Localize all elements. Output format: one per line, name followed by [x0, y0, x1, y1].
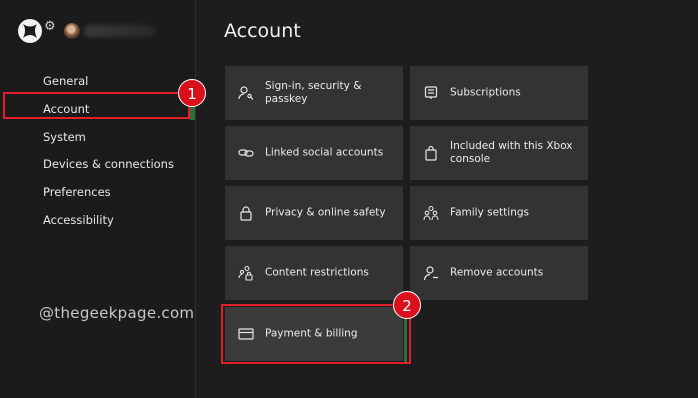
page-title: Account — [224, 20, 301, 42]
tile-label: Included with this Xbox console — [450, 140, 573, 165]
settings-sidebar: ⚙ General Account System Devices & conne… — [0, 0, 195, 398]
family-icon — [423, 205, 439, 221]
step-badge-1: 1 — [178, 79, 206, 107]
person-key-icon — [238, 86, 254, 100]
watermark-text: @thegeekpage.com — [39, 304, 195, 322]
link-icon — [238, 149, 254, 157]
tile-remove-accounts[interactable]: Remove accounts — [410, 246, 588, 300]
tile-label: Privacy & online safety — [265, 206, 386, 219]
tile-content-restrictions[interactable]: Content restrictions — [225, 246, 403, 300]
sidebar-item-system[interactable]: System — [43, 130, 86, 144]
tile-label: Content restrictions — [265, 266, 369, 279]
sidebar-item-preferences[interactable]: Preferences — [43, 185, 111, 199]
tile-subscriptions[interactable]: Subscriptions — [410, 66, 588, 120]
account-annotation-box — [3, 92, 190, 119]
tile-family-settings[interactable]: Family settings — [410, 186, 588, 240]
tile-label: Family settings — [450, 206, 529, 219]
avatar[interactable] — [64, 23, 80, 39]
person-remove-icon — [423, 266, 438, 281]
tile-sign-in-security[interactable]: Sign-in, security & passkey — [225, 66, 403, 120]
bag-icon — [425, 145, 437, 161]
tile-included-with-console[interactable]: Included with this Xbox console — [410, 126, 588, 180]
sidebar-item-accessibility[interactable]: Accessibility — [43, 213, 114, 227]
gear-icon[interactable]: ⚙ — [44, 20, 56, 33]
document-list-icon — [424, 86, 438, 99]
people-lock-icon — [238, 265, 253, 281]
sidebar-item-general[interactable]: General — [43, 74, 88, 88]
tile-linked-social-accounts[interactable]: Linked social accounts — [225, 126, 403, 180]
tile-label: Sign-in, security & passkey — [265, 80, 362, 105]
lock-icon — [240, 206, 252, 221]
tile-privacy-online-safety[interactable]: Privacy & online safety — [225, 186, 403, 240]
tile-label: Linked social accounts — [265, 146, 384, 159]
payment-annotation-box — [221, 304, 411, 364]
gamertag-blurred — [84, 25, 156, 37]
sidebar-item-devices-connections[interactable]: Devices & connections — [43, 157, 174, 171]
tile-label: Remove accounts — [450, 266, 544, 279]
step-badge-2: 2 — [393, 291, 421, 319]
tile-label: Subscriptions — [450, 86, 521, 99]
xbox-logo-icon[interactable] — [17, 18, 43, 44]
